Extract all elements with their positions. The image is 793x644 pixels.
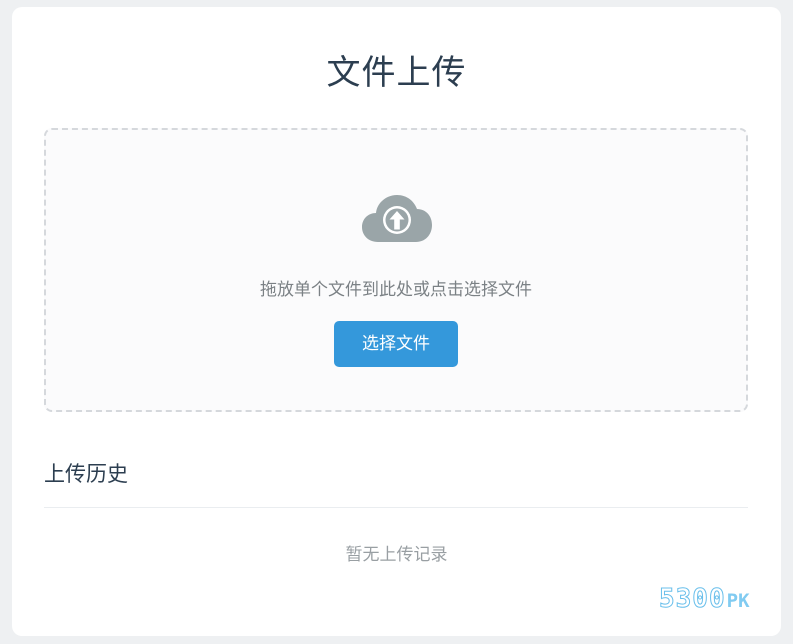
file-drop-zone[interactable]: 拖放单个文件到此处或点击选择文件 选择文件 <box>44 128 748 412</box>
upload-history-heading: 上传历史 <box>44 462 128 486</box>
history-divider <box>44 507 748 508</box>
site-watermark-logo: 5300 PK <box>659 584 750 615</box>
upload-card: 文件上传 拖放单个文件到此处或点击选择文件 选择文件 上传历史 暂无上传记录 5… <box>12 7 781 636</box>
empty-history-message: 暂无上传记录 <box>345 545 448 565</box>
watermark-suffix: PK <box>726 590 750 612</box>
select-file-button[interactable]: 选择文件 <box>334 321 458 367</box>
page-title: 文件上传 <box>326 53 467 93</box>
drop-hint-text: 拖放单个文件到此处或点击选择文件 <box>260 280 532 300</box>
watermark-digits: 5300 <box>659 584 726 615</box>
cloud-upload-icon <box>362 195 432 242</box>
